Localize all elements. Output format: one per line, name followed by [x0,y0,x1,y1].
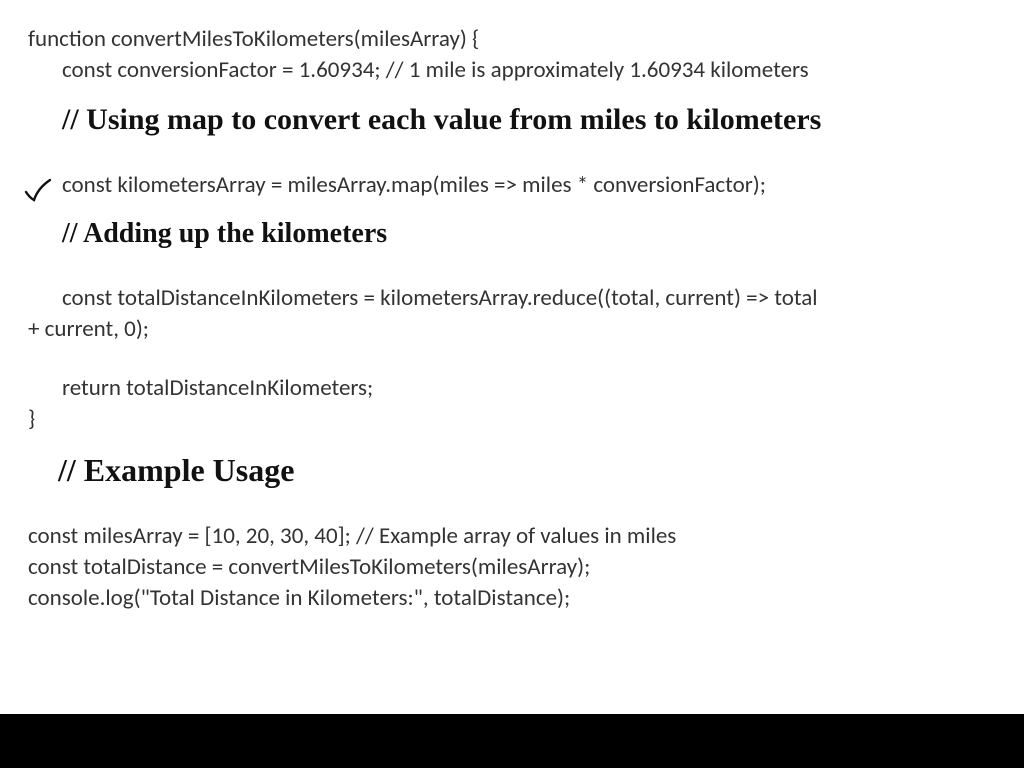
spacer [28,156,996,170]
spacer [28,201,996,215]
spacer [28,269,996,283]
spacer [28,493,996,507]
handwritten-comment-map: // Using map to convert each value from … [28,100,996,142]
code-line-map: const kilometersArray = milesArray.map(m… [28,170,996,201]
code-line-return: return totalDistanceInKilometers; [28,373,996,404]
code-line-reduce-b: + current, 0); [28,314,996,345]
code-line-close-brace: } [28,404,996,435]
code-line-example-call: const totalDistance = convertMilesToKilo… [28,552,996,583]
spacer [28,255,996,269]
spacer [28,345,996,359]
spacer [28,507,996,521]
bottom-black-bar [0,714,1024,768]
code-line-reduce-a: const totalDistanceInKilometers = kilome… [28,283,996,314]
checkmark-icon [24,178,52,204]
spacer [28,435,996,449]
spacer [28,142,996,156]
code-line-example-array: const milesArray = [10, 20, 30, 40]; // … [28,521,996,552]
spacer [28,359,996,373]
code-line-function-decl: function convertMilesToKilometers(milesA… [28,24,996,55]
code-line-conversion-factor: const conversionFactor = 1.60934; // 1 m… [28,55,996,86]
code-line-console-log: console.log("Total Distance in Kilometer… [28,583,996,614]
document-page: function convertMilesToKilometers(milesA… [0,0,1024,768]
spacer [28,86,996,100]
handwritten-comment-example: // Example Usage [28,449,996,493]
handwritten-comment-sum: // Adding up the kilometers [28,215,996,255]
